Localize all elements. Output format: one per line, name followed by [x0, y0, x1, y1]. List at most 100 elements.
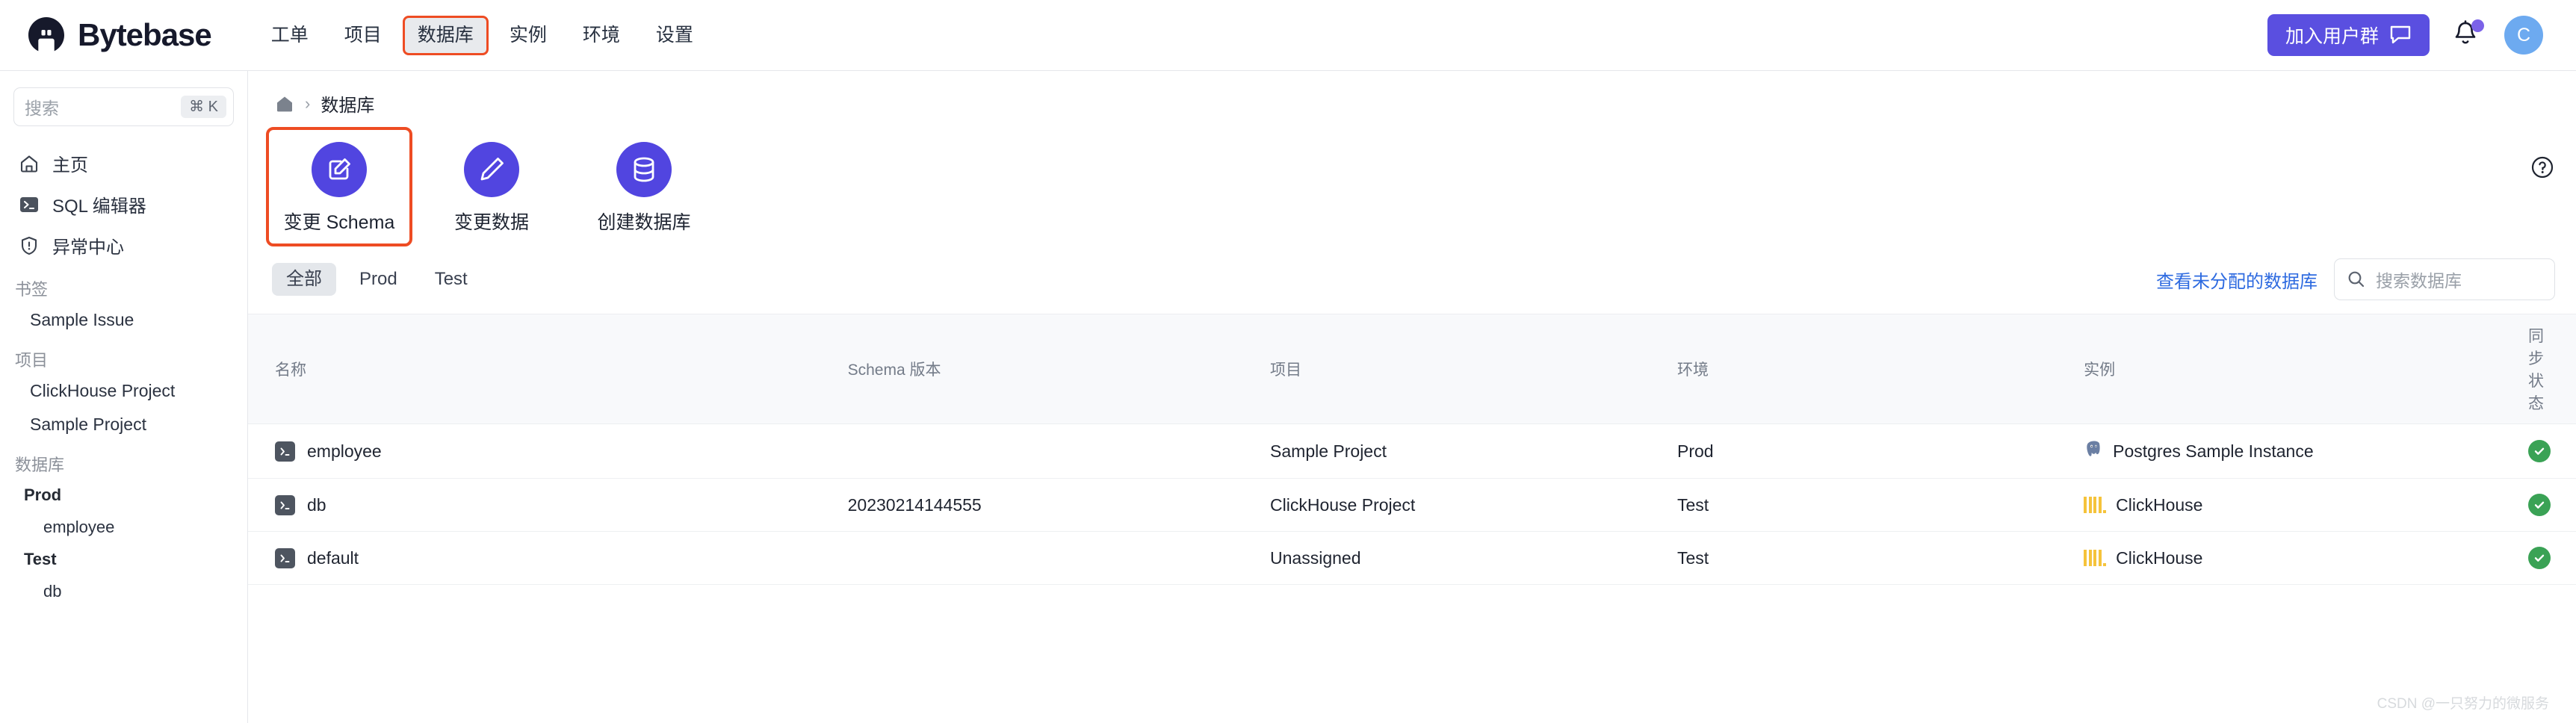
search-icon — [2348, 271, 2365, 288]
table-row[interactable]: employee Sample Project Prod Postgres Sa… — [248, 423, 2576, 479]
sync-status-ok-icon — [2528, 547, 2551, 569]
databases-table: 名称 Schema 版本 项目 环境 实例 同步状态 employee Samp… — [248, 314, 2576, 585]
view-unassigned-databases-link[interactable]: 查看未分配的数据库 — [2156, 267, 2318, 293]
home-icon — [18, 152, 40, 175]
database-icon — [616, 142, 672, 197]
top-navigation-bar: Bytebase 工单 项目 数据库 实例 环境 设置 加入用户群 C — [0, 0, 2576, 70]
card-label: 变更 Schema — [283, 212, 395, 233]
database-name[interactable]: employee — [307, 441, 382, 462]
notification-badge-dot — [2471, 19, 2484, 32]
brand-name: Bytebase — [78, 17, 212, 52]
column-header-sync-status: 同步状态 — [2528, 314, 2576, 424]
sidebar-item-home[interactable]: 主页 — [13, 143, 234, 184]
home-icon[interactable] — [275, 94, 294, 114]
table-header: 名称 Schema 版本 项目 环境 实例 同步状态 — [248, 314, 2576, 424]
breadcrumb: › 数据库 — [248, 71, 2576, 117]
sidebar-project-sample[interactable]: Sample Project — [13, 408, 234, 441]
table-row[interactable]: db 20230214144555 ClickHouse Project Tes… — [248, 478, 2576, 532]
sidebar-item-label: 主页 — [52, 155, 88, 176]
tab-all[interactable]: 全部 — [272, 262, 336, 297]
column-header-environment: 环境 — [1677, 314, 2084, 424]
edit-square-icon — [312, 142, 367, 197]
schema-version — [847, 531, 1271, 585]
nav-item-instances[interactable]: 实例 — [495, 16, 562, 55]
nav-item-tickets[interactable]: 工单 — [256, 16, 323, 55]
database-terminal-icon — [275, 494, 295, 515]
instance-name[interactable]: ClickHouse — [2116, 495, 2202, 515]
brand-logo[interactable]: Bytebase — [27, 16, 212, 55]
sidebar-item-label: 异常中心 — [52, 238, 124, 258]
join-user-group-label: 加入用户群 — [2285, 26, 2379, 47]
schema-version: 20230214144555 — [847, 478, 1271, 532]
schema-version — [847, 423, 1271, 479]
breadcrumb-current: 数据库 — [321, 96, 375, 116]
top-bar-actions: 加入用户群 C — [2267, 14, 2543, 56]
search-shortcut-hint: ⌘ K — [181, 96, 226, 118]
sidebar-item-label: SQL 编辑器 — [52, 196, 146, 217]
help-circle-icon[interactable] — [2530, 155, 2555, 180]
column-header-project: 项目 — [1270, 314, 1678, 424]
table-header-row: 名称 Schema 版本 项目 环境 实例 同步状态 — [248, 314, 2576, 424]
nav-item-settings[interactable]: 设置 — [641, 16, 708, 55]
card-create-database[interactable]: 创建数据库 — [571, 127, 717, 246]
tab-test[interactable]: Test — [421, 263, 482, 296]
column-header-name: 名称 — [248, 314, 848, 424]
main-nav: 工单 项目 数据库 实例 环境 设置 — [256, 15, 708, 55]
card-change-schema[interactable]: 变更 Schema — [266, 127, 412, 246]
pencil-icon — [464, 142, 519, 197]
chat-bubble-icon — [2390, 25, 2411, 43]
column-header-instance: 实例 — [2084, 314, 2528, 424]
environment-name: Test — [1677, 531, 2084, 585]
main-content: › 数据库 变更 Schema 变更数据 创建数据库 全部 Prod Test … — [248, 71, 2576, 723]
project-name[interactable]: Sample Project — [1270, 423, 1678, 479]
sidebar-project-clickhouse[interactable]: ClickHouse Project — [13, 374, 234, 408]
sidebar-db-db[interactable]: db — [13, 576, 234, 607]
sidebar-item-anomaly-center[interactable]: 异常中心 — [13, 225, 234, 266]
instance-name[interactable]: ClickHouse — [2116, 548, 2202, 568]
filter-bar: 全部 Prod Test 查看未分配的数据库 搜索数据库 — [248, 246, 2576, 300]
sidebar-section-bookmarks: 书签 — [15, 280, 49, 299]
instance-name[interactable]: Postgres Sample Instance — [2113, 441, 2313, 462]
user-avatar[interactable]: C — [2504, 16, 2543, 55]
sidebar-bookmark-sample-issue[interactable]: Sample Issue — [13, 303, 234, 337]
database-name[interactable]: default — [307, 548, 359, 568]
clickhouse-icon — [2084, 550, 2107, 566]
sidebar-env-test: Test — [24, 550, 57, 568]
nav-item-projects[interactable]: 项目 — [329, 16, 397, 55]
sidebar-section-databases: 数据库 — [15, 456, 65, 474]
table-body: employee Sample Project Prod Postgres Sa… — [248, 423, 2576, 585]
nav-item-databases[interactable]: 数据库 — [402, 15, 489, 55]
sync-status-ok-icon — [2528, 494, 2551, 516]
card-change-data[interactable]: 变更数据 — [418, 127, 565, 246]
join-user-group-button[interactable]: 加入用户群 — [2267, 14, 2430, 56]
bytebase-logo-icon — [28, 17, 64, 52]
environment-name: Test — [1677, 478, 2084, 532]
sync-status-ok-icon — [2528, 440, 2551, 462]
project-name[interactable]: Unassigned — [1270, 531, 1678, 585]
database-terminal-icon — [275, 547, 295, 568]
sidebar-item-sql-editor[interactable]: SQL 编辑器 — [13, 184, 234, 225]
sidebar-db-employee[interactable]: employee — [13, 512, 234, 543]
sidebar-search-input[interactable]: 搜索 ⌘ K — [13, 87, 234, 126]
shield-alert-icon — [18, 235, 40, 257]
tab-prod[interactable]: Prod — [345, 263, 412, 296]
database-name[interactable]: db — [307, 495, 326, 515]
search-database-input[interactable]: 搜索数据库 — [2334, 258, 2555, 300]
clickhouse-icon — [2084, 497, 2107, 513]
card-label: 创建数据库 — [597, 212, 691, 233]
search-database-placeholder: 搜索数据库 — [2376, 271, 2462, 291]
nav-item-environments[interactable]: 环境 — [568, 16, 635, 55]
card-label: 变更数据 — [453, 212, 529, 233]
notifications-button[interactable] — [2452, 19, 2484, 51]
table-row[interactable]: default Unassigned Test ClickHouse — [248, 531, 2576, 585]
watermark: CSDN @一只努力的微服务 — [2377, 696, 2549, 712]
environment-name: Prod — [1677, 423, 2084, 479]
quick-action-cards: 变更 Schema 变更数据 创建数据库 — [248, 117, 2576, 246]
filter-bar-right: 查看未分配的数据库 搜索数据库 — [2156, 258, 2555, 300]
sidebar-env-prod: Prod — [24, 485, 62, 504]
terminal-icon — [18, 193, 40, 216]
project-name[interactable]: ClickHouse Project — [1270, 478, 1678, 532]
sidebar-section-projects: 项目 — [15, 351, 49, 370]
app-body: 搜索 ⌘ K 主页 SQL 编辑器 异常中心 书签 Sample Issue 项… — [0, 70, 2576, 723]
breadcrumb-separator: › — [305, 93, 311, 113]
